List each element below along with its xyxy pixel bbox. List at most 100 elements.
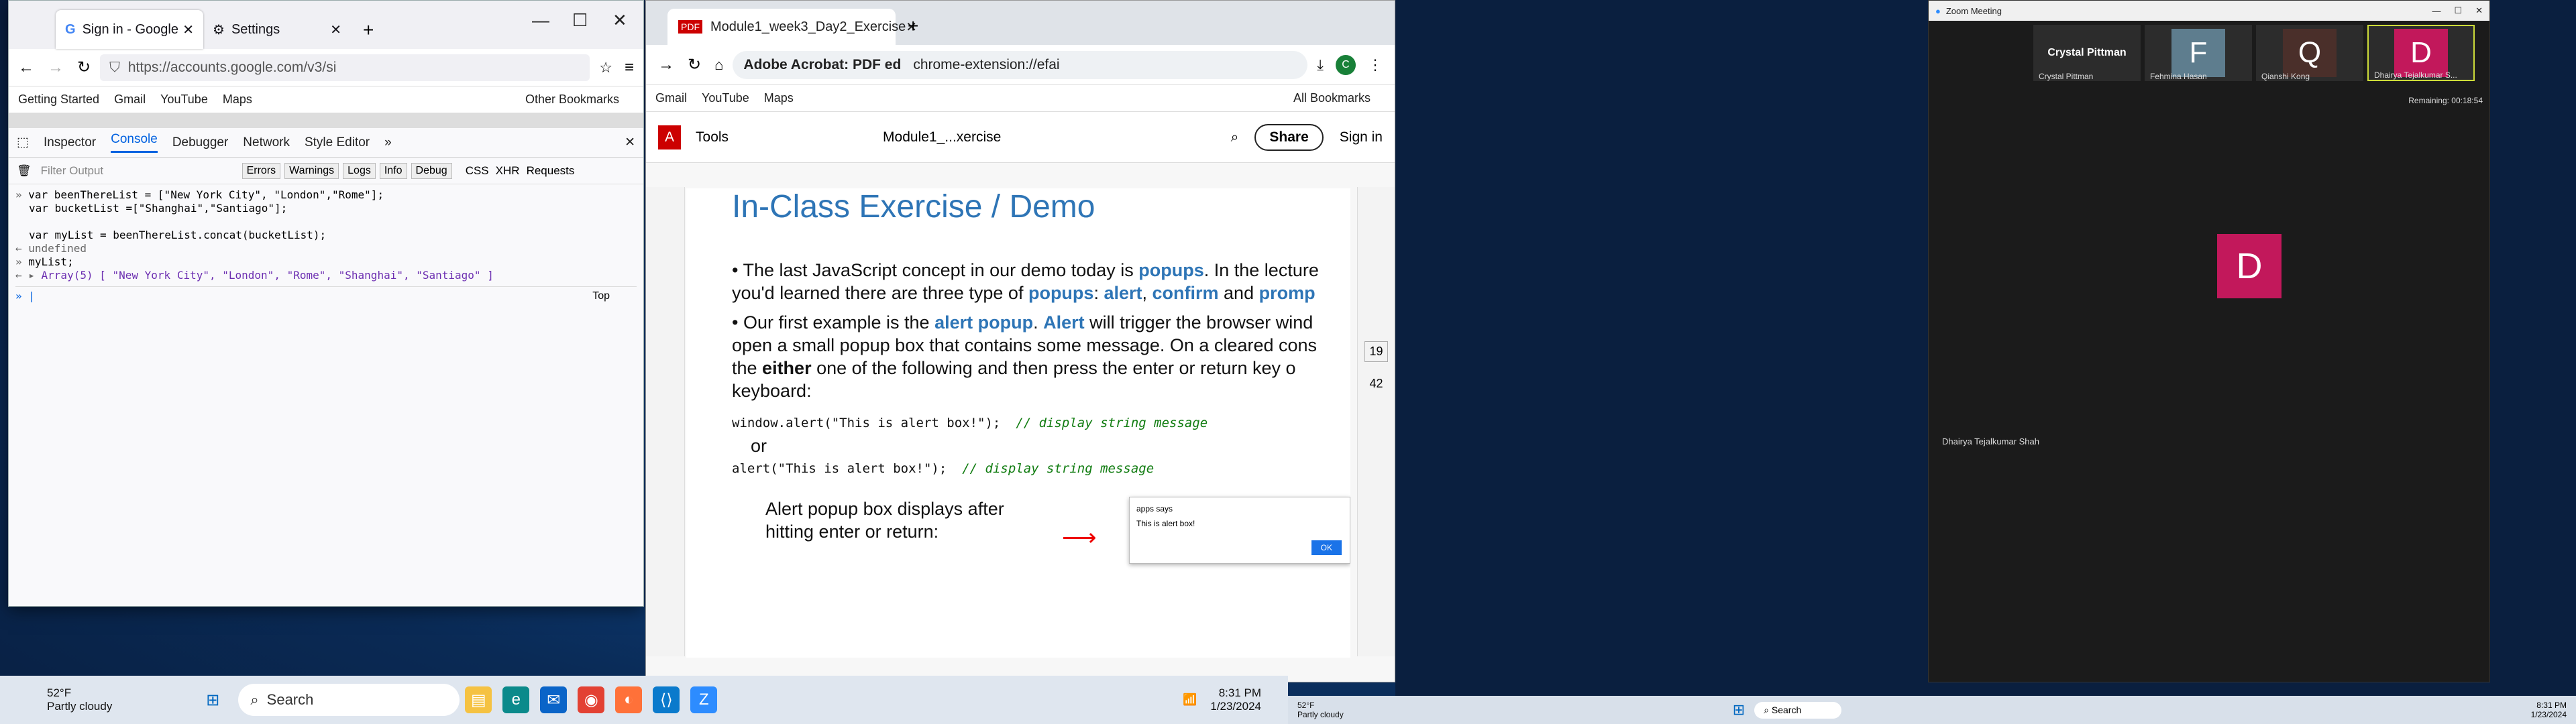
bookmark-gmail[interactable]: Gmail [655,91,687,105]
mail-icon[interactable]: ✉ [540,686,568,713]
acrobat-logo-icon: A [658,125,682,149]
close-window-icon[interactable]: ✕ [612,10,627,31]
minimize-icon[interactable]: — [2432,6,2440,16]
file-name[interactable]: Module1_...xercise [883,129,1001,145]
bookmark-gmail[interactable]: Gmail [114,93,146,107]
tab-console[interactable]: Console [111,132,158,153]
home-icon[interactable]: ⌂ [714,56,723,74]
alert-popup-image: apps says This is alert box! OK [1129,497,1350,564]
forward-icon[interactable]: → [658,56,674,74]
weather-widget-secondary[interactable]: 52°F Partly cloudy [1297,701,1344,719]
new-tab-icon[interactable]: + [908,15,918,37]
tab-debugger[interactable]: Debugger [172,135,228,150]
start-icon[interactable]: ⊞ [1733,701,1745,719]
omnibox[interactable]: Adobe Acrobat: PDF ed chrome-extension://… [733,50,1308,79]
firefox-tab-strip: G Sign in - Google ✕ ⚙ Settings ✕ + — ☐ ✕ [9,1,643,49]
filter-warnings[interactable]: Warnings [284,162,339,179]
page-total: 42 [1369,377,1383,390]
url-bar[interactable]: ⛉ https://accounts.google.com/v3/si [100,54,590,81]
filter-css[interactable]: CSS [466,164,489,178]
acrobat-left-rail [646,187,685,656]
acrobat-toolbar: A Tools Module1_...xercise ⌕ Share Sign … [646,112,1395,163]
vscode-icon[interactable]: ⟨⟩ [653,686,680,713]
close-icon[interactable]: ✕ [182,21,194,38]
share-button[interactable]: Share [1254,123,1324,151]
tab-network[interactable]: Network [243,135,290,150]
bookmark-youtube[interactable]: YouTube [160,93,208,107]
participant-tile-3[interactable]: Q Qianshi Kong [2256,25,2363,81]
tab-module-exercise[interactable]: PDF Module1_week3_Day2_Exercise ✕ [667,9,917,45]
sign-in-link[interactable]: Sign in [1340,129,1383,145]
bookmark-getting-started[interactable]: Getting Started [18,93,99,107]
chrome-nav-bar: → ↻ ⌂ Adobe Acrobat: PDF ed chrome-extens… [646,45,1395,85]
reload-icon[interactable]: ↻ [688,55,701,74]
participant-tile-1[interactable]: Crystal Pittman Crystal Pittman [2033,25,2141,81]
tab-style-editor[interactable]: Style Editor [305,135,370,150]
page-number[interactable]: 19 [1364,341,1388,362]
profile-avatar[interactable]: C [1336,54,1356,75]
trash-icon[interactable]: 🗑 [17,164,32,178]
maximize-icon[interactable]: ☐ [572,10,588,31]
taskbar-search-secondary[interactable]: ⌕ Search [1754,701,1842,719]
console-line: » myList; [15,255,74,268]
filter-logs[interactable]: Logs [343,162,376,179]
participant-tile-4[interactable]: D Dhairya Tejalkumar S... [2367,25,2475,81]
tab-sign-in[interactable]: G Sign in - Google ✕ [56,10,203,49]
weather-widget[interactable]: 52°F Partly cloudy [47,686,112,713]
more-tabs-icon[interactable]: » [384,135,392,150]
zoom-icon[interactable]: Z [690,686,718,713]
maximize-icon[interactable]: ☐ [2454,5,2462,16]
devtools-divider [9,113,643,128]
close-icon[interactable]: ✕ [2475,5,2483,16]
tools-button[interactable]: Tools [696,129,729,145]
pdf-slide: In-Class Exercise / Demo • The last Java… [686,188,1350,658]
slide-title: In-Class Exercise / Demo [732,189,1095,225]
other-bookmarks[interactable]: Other Bookmarks [525,93,619,107]
file-explorer-icon[interactable]: ▤ [465,686,492,713]
console-line: ← undefined [15,242,87,255]
taskbar-search[interactable]: ⌕ Search [238,684,460,716]
filter-info[interactable]: Info [379,162,407,179]
wifi-icon[interactable]: 📶 [1183,693,1197,707]
filter-debug[interactable]: Debug [411,162,452,179]
filter-xhr[interactable]: XHR [496,164,520,178]
bookmark-maps[interactable]: Maps [764,91,794,105]
bookmark-maps[interactable]: Maps [223,93,252,107]
new-tab-icon[interactable]: + [363,19,374,41]
taskbar: 52°F Partly cloudy ⊞ ⌕ Search ▤ e ✉ ◉ ◐ ⟨… [0,676,1288,724]
acrobat-right-rail: 19 42 [1357,187,1395,656]
tab-settings[interactable]: ⚙ Settings ✕ [203,10,351,49]
context-selector[interactable]: Top [592,290,610,303]
minimize-icon[interactable]: — [532,10,549,31]
tab-inspector[interactable]: Inspector [44,135,96,150]
search-icon[interactable]: ⌕ [1231,129,1239,145]
download-icon[interactable]: ⤓ [1317,56,1324,74]
clock-secondary[interactable]: 8:31 PM 1/23/2024 [2531,701,2567,719]
zoom-window: ● Zoom Meeting — ☐ ✕ Crystal Pittman Crys… [1928,0,2490,682]
reload-icon[interactable]: ↻ [77,58,91,77]
menu-icon[interactable]: ≡ [625,58,634,77]
forward-icon[interactable]: → [48,58,64,77]
devtools-close-icon[interactable]: ✕ [625,135,635,150]
firefox-icon[interactable]: ◐ [615,686,643,713]
edge-icon[interactable]: e [502,686,530,713]
bookmark-youtube[interactable]: YouTube [702,91,749,105]
picker-icon[interactable]: ⬚ [17,135,29,150]
firefox-window: G Sign in - Google ✕ ⚙ Settings ✕ + — ☐ ✕ ← … [8,0,644,607]
participant-tile-2[interactable]: F Fehmina Hasan [2145,25,2252,81]
arrow-icon: ⟶ [1062,524,1097,551]
all-bookmarks[interactable]: All Bookmarks [1293,91,1371,105]
filter-input[interactable]: Filter Output [41,164,242,178]
back-icon[interactable]: ← [18,58,34,77]
close-icon[interactable]: ✕ [330,21,341,38]
code-line-2: alert("This is alert box!"); // display … [732,461,1155,476]
console-line: var bucketList =["Shanghai","Santiago"]; [29,202,288,215]
console-input[interactable]: » | Top [15,286,637,303]
clock[interactable]: 8:31 PM 1/23/2024 [1210,686,1261,713]
filter-requests[interactable]: Requests [527,164,575,178]
star-icon[interactable]: ☆ [599,59,612,76]
start-icon[interactable]: ⊞ [199,686,226,713]
chrome-icon[interactable]: ◉ [578,686,605,713]
filter-errors[interactable]: Errors [241,162,281,179]
chrome-menu-icon[interactable]: ⋮ [1368,56,1383,74]
